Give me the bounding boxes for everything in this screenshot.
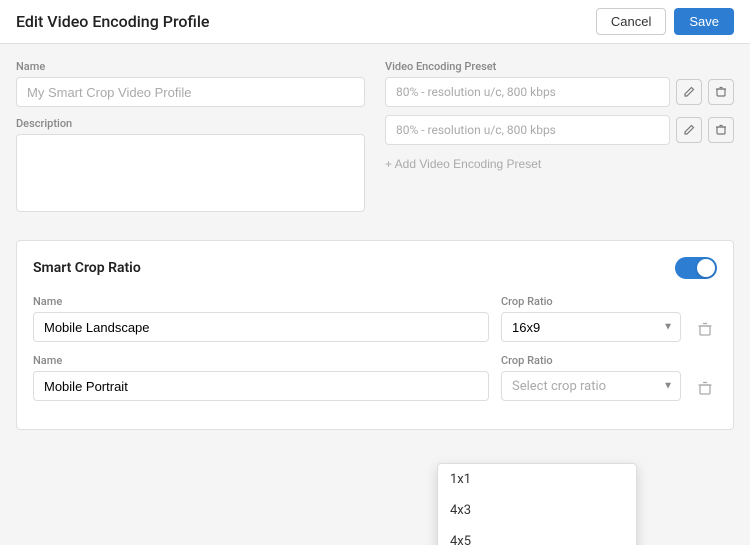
crop-name-label-2: Name	[33, 354, 489, 367]
top-form: Name Description Video Encoding Preset 8…	[16, 60, 734, 216]
preset-edit-button-1[interactable]	[676, 79, 702, 105]
trash-icon-2	[715, 124, 727, 136]
name-input[interactable]	[16, 77, 365, 107]
edit-icon	[683, 86, 695, 98]
header-actions: Cancel Save	[596, 8, 734, 35]
page-header: Edit Video Encoding Profile Cancel Save	[0, 0, 750, 44]
trash-icon-4	[697, 380, 713, 396]
preset-value-2: 80% - resolution u/c, 800 kbps	[385, 115, 670, 145]
preset-delete-button-2[interactable]	[708, 117, 734, 143]
dropdown-item-1x1[interactable]: 1x1	[438, 464, 636, 495]
description-input[interactable]	[16, 134, 365, 212]
main-content: Name Description Video Encoding Preset 8…	[0, 44, 750, 545]
crop-row-1: Name Crop Ratio 16x9 1x1 4x3 4x5 9x16 ▼	[33, 295, 717, 342]
crop-ratio-label-2: Crop Ratio	[501, 354, 681, 367]
dropdown-item-4x5[interactable]: 4x5	[438, 526, 636, 545]
crop-name-label-1: Name	[33, 295, 489, 308]
crop-name-input-1[interactable]	[33, 312, 489, 342]
preset-delete-button-1[interactable]	[708, 79, 734, 105]
trash-icon	[715, 86, 727, 98]
smart-crop-section: Smart Crop Ratio Name Crop Ratio 16x9 1x…	[16, 240, 734, 430]
page-title: Edit Video Encoding Profile	[16, 12, 210, 31]
dropdown-item-4x3[interactable]: 4x3	[438, 495, 636, 526]
name-label: Name	[16, 60, 365, 73]
edit-icon-2	[683, 124, 695, 136]
crop-ratio-dropdown: 1x1 4x3 4x5 9x16 ☝ 16x9	[437, 463, 637, 545]
add-preset-button[interactable]: + Add Video Encoding Preset	[385, 153, 541, 175]
video-encoding-label: Video Encoding Preset	[385, 60, 734, 73]
preset-item-1: 80% - resolution u/c, 800 kbps	[385, 77, 734, 107]
crop-delete-button-1[interactable]	[693, 321, 717, 340]
right-section: Video Encoding Preset 80% - resolution u…	[385, 60, 734, 216]
section-title: Smart Crop Ratio	[33, 260, 141, 276]
crop-ratio-select-1[interactable]: 16x9 1x1 4x3 4x5 9x16	[501, 312, 681, 342]
crop-ratio-select-wrapper-1: 16x9 1x1 4x3 4x5 9x16 ▼	[501, 312, 681, 342]
crop-name-input-2[interactable]	[33, 371, 489, 401]
crop-ratio-field-1: Crop Ratio 16x9 1x1 4x3 4x5 9x16 ▼	[501, 295, 681, 342]
section-header: Smart Crop Ratio	[33, 257, 717, 279]
preset-value-1: 80% - resolution u/c, 800 kbps	[385, 77, 670, 107]
crop-delete-button-2[interactable]	[693, 380, 717, 399]
preset-item-2: 80% - resolution u/c, 800 kbps	[385, 115, 734, 145]
left-section: Name Description	[16, 60, 365, 216]
crop-ratio-select-wrapper-2: Select crop ratio ▼	[501, 371, 681, 401]
smart-crop-toggle[interactable]	[675, 257, 717, 279]
crop-ratio-field-2: Crop Ratio Select crop ratio ▼	[501, 354, 681, 401]
crop-name-field-2: Name	[33, 354, 489, 401]
crop-ratio-label-1: Crop Ratio	[501, 295, 681, 308]
crop-name-field-1: Name	[33, 295, 489, 342]
description-label: Description	[16, 117, 365, 130]
save-button[interactable]: Save	[674, 8, 734, 35]
crop-row-2: Name Crop Ratio Select crop ratio ▼	[33, 354, 717, 401]
cancel-button[interactable]: Cancel	[596, 8, 666, 35]
preset-edit-button-2[interactable]	[676, 117, 702, 143]
crop-ratio-select-2-display[interactable]: Select crop ratio	[501, 371, 681, 401]
trash-icon-3	[697, 321, 713, 337]
